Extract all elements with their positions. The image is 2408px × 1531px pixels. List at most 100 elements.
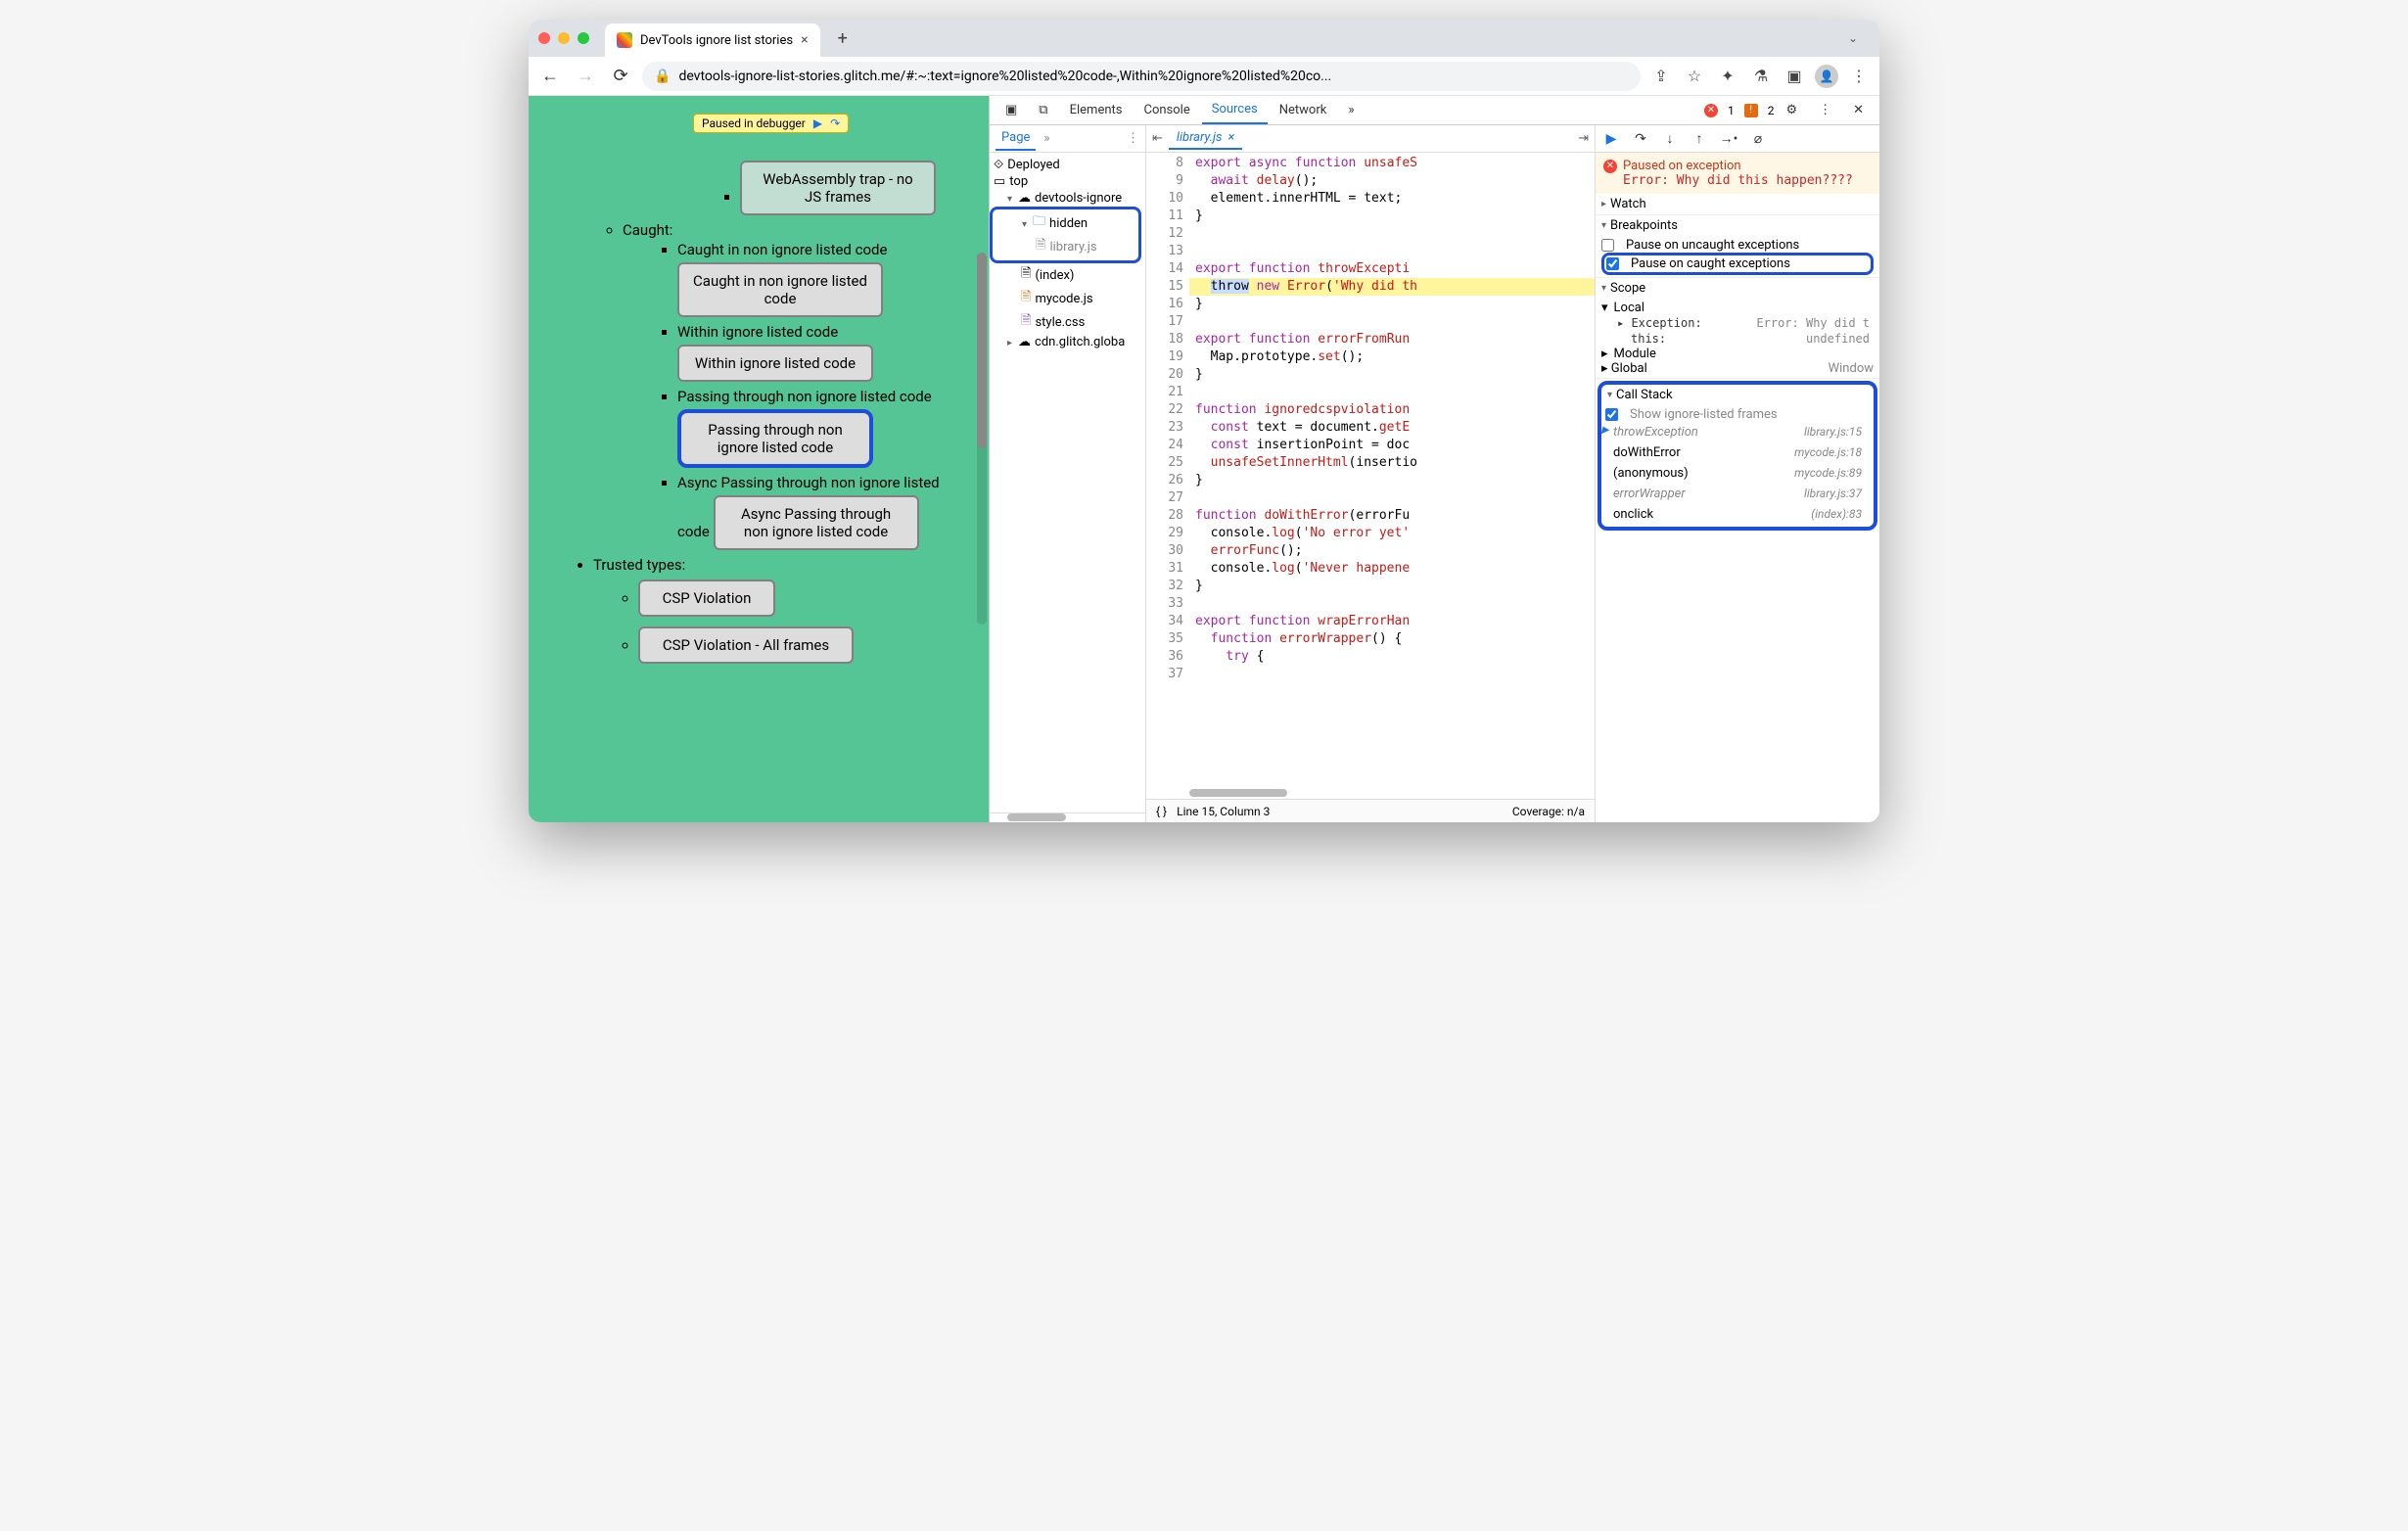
editor-scrollbar[interactable]: [1189, 789, 1595, 799]
share-icon[interactable]: ⇪: [1648, 67, 1674, 85]
maximize-window-button[interactable]: [578, 32, 589, 44]
tree-node-cdn[interactable]: ☁cdn.glitch.globa: [994, 334, 1141, 350]
tree-node-origin[interactable]: ☁devtools-ignore: [994, 190, 1141, 207]
pause-caught-checkbox[interactable]: [1606, 257, 1619, 270]
minimize-window-button[interactable]: [558, 32, 570, 44]
browser-tab[interactable]: DevTools ignore list stories ×: [605, 23, 820, 57]
step-into-button[interactable]: ↓: [1658, 130, 1682, 147]
callstack-frame[interactable]: throwExceptionlibrary.js:15: [1605, 422, 1870, 442]
step-over-icon[interactable]: ↷: [830, 116, 840, 130]
resume-icon[interactable]: ▶: [813, 116, 822, 130]
pause-uncaught-checkbox[interactable]: [1601, 239, 1614, 252]
scope-this-row[interactable]: this: undefined: [1601, 331, 1874, 347]
labs-icon[interactable]: ⚗: [1748, 67, 1774, 85]
within-button[interactable]: Within ignore listed code: [677, 345, 873, 382]
navigator-overflow-icon[interactable]: ⋮: [1127, 131, 1139, 146]
devtools-overflow-icon[interactable]: ⋮: [1809, 97, 1841, 123]
new-tab-button[interactable]: +: [838, 28, 848, 49]
toggle-navigator-icon[interactable]: ⇤: [1152, 131, 1163, 146]
settings-gear-icon[interactable]: ⚙: [1776, 97, 1807, 123]
tree-node-top[interactable]: ▭top: [994, 173, 1141, 190]
panel-title: Watch: [1610, 197, 1646, 211]
tabs-chevron-icon[interactable]: ⌄: [1836, 31, 1870, 45]
reload-button[interactable]: ⟳: [607, 66, 634, 86]
devtools-close-icon[interactable]: ✕: [1843, 97, 1874, 123]
inspect-icon[interactable]: ▣: [996, 97, 1027, 123]
close-file-icon[interactable]: ×: [1228, 130, 1235, 145]
tab-console[interactable]: Console: [1134, 97, 1199, 123]
frame-name: errorWrapper: [1613, 487, 1686, 501]
wasm-trap-button[interactable]: WebAssembly trap - no JS frames: [740, 161, 936, 215]
scope-local-header[interactable]: ▾Local: [1601, 301, 1874, 315]
show-ignored-checkbox[interactable]: [1605, 408, 1618, 421]
tree-file-index[interactable]: 🗎(index): [994, 263, 1141, 287]
breakpoints-panel-header[interactable]: ▾Breakpoints: [1596, 215, 1879, 236]
scope-exception-row[interactable]: ▸ Exception: Error: Why did t: [1601, 315, 1874, 331]
panel-icon[interactable]: ▣: [1782, 67, 1807, 85]
scope-global-header[interactable]: ▸ GlobalWindow: [1601, 361, 1874, 376]
tab-network[interactable]: Network: [1270, 97, 1337, 123]
tab-sources[interactable]: Sources: [1202, 96, 1268, 124]
close-window-button[interactable]: [538, 32, 550, 44]
tree-node-hidden[interactable]: 🗀hidden: [995, 211, 1136, 235]
callstack-frame[interactable]: errorWrapperlibrary.js:37: [1605, 484, 1870, 504]
close-tab-icon[interactable]: ×: [801, 32, 808, 48]
callstack-frame[interactable]: doWithErrormycode.js:18: [1605, 442, 1870, 463]
deactivate-breakpoints-button[interactable]: ⌀: [1746, 131, 1770, 147]
step-button[interactable]: →•: [1717, 130, 1740, 147]
file-css-icon: 🗎: [1021, 311, 1031, 333]
pause-caught-row[interactable]: Pause on caught exceptions: [1601, 253, 1874, 275]
csp-button[interactable]: CSP Violation: [638, 580, 775, 617]
tree-node-deployed[interactable]: ⟐Deployed: [994, 157, 1141, 173]
resume-button[interactable]: ▶: [1599, 131, 1623, 147]
scope-panel-header[interactable]: ▾Scope: [1596, 278, 1879, 299]
call-stack-panel: ▾Call Stack Show ignore-listed frames th…: [1598, 381, 1877, 531]
back-button[interactable]: ←: [536, 66, 564, 86]
toggle-sidebar-icon[interactable]: ⇥: [1578, 131, 1589, 146]
exception-icon: ✕: [1603, 160, 1617, 173]
show-ignored-row[interactable]: Show ignore-listed frames: [1605, 407, 1870, 422]
tree-label: top: [1009, 174, 1028, 189]
overflow-menu-icon[interactable]: ⋮: [1846, 67, 1872, 85]
pretty-print-icon[interactable]: { }: [1156, 805, 1167, 818]
editor-tab-library[interactable]: library.js ×: [1169, 127, 1242, 150]
tree-file-library[interactable]: 🗎library.js: [995, 235, 1136, 258]
page-scrollbar[interactable]: [977, 253, 987, 625]
csp-all-button[interactable]: CSP Violation - All frames: [638, 626, 854, 664]
error-warning-counts[interactable]: ✕ 1 ! 2: [1704, 104, 1775, 117]
scope-module-header[interactable]: ▸Module: [1601, 347, 1874, 361]
callstack-frame[interactable]: (anonymous)mycode.js:89: [1605, 463, 1870, 484]
tree-label: mycode.js: [1035, 292, 1092, 306]
navigator-more-icon[interactable]: »: [1043, 131, 1049, 146]
navigator-tab-page[interactable]: Page: [996, 126, 1036, 151]
line-number-gutter[interactable]: 8910111213141516171819202122232425262728…: [1146, 153, 1189, 799]
tab-elements[interactable]: Elements: [1060, 97, 1133, 123]
cloud-icon: ☁: [1018, 191, 1031, 206]
call-stack-header[interactable]: ▾Call Stack: [1601, 385, 1874, 405]
passing-button[interactable]: Passing through non ignore listed code: [677, 409, 873, 468]
profile-avatar[interactable]: 👤: [1815, 65, 1838, 88]
devtools-panel: ▣ ⧉ Elements Console Sources Network » ✕…: [989, 96, 1879, 822]
code-area[interactable]: export async function unsafeS await dela…: [1189, 153, 1595, 799]
navigator-scrollbar[interactable]: [990, 812, 1145, 822]
watch-panel-header[interactable]: ▸Watch: [1596, 194, 1879, 214]
step-over-button[interactable]: ↷: [1629, 131, 1652, 147]
async-button[interactable]: Async Passing through non ignore listed …: [714, 495, 919, 550]
panel-title: Call Stack: [1616, 388, 1673, 402]
file-icon: 🗎: [1021, 264, 1031, 286]
lock-icon: 🔒: [654, 69, 671, 84]
callstack-frame[interactable]: onclick(index):83: [1605, 504, 1870, 525]
address-bar[interactable]: 🔒 devtools-ignore-list-stories.glitch.me…: [642, 62, 1641, 91]
caught-button[interactable]: Caught in non ignore listed code: [677, 262, 883, 317]
extensions-icon[interactable]: ✦: [1715, 67, 1740, 85]
code-editor: ⇤ library.js × ⇥ 89101112131415161718192…: [1146, 125, 1596, 822]
pause-uncaught-row[interactable]: Pause on uncaught exceptions: [1601, 238, 1874, 253]
scope-local-label: Local: [1614, 301, 1644, 315]
tree-file-mycode[interactable]: 🗎mycode.js: [994, 287, 1141, 310]
forward-button[interactable]: →: [572, 66, 599, 86]
tree-file-style[interactable]: 🗎style.css: [994, 310, 1141, 334]
step-out-button[interactable]: ↑: [1688, 130, 1711, 147]
bookmark-icon[interactable]: ☆: [1682, 67, 1707, 85]
device-toggle-icon[interactable]: ⧉: [1029, 97, 1057, 123]
more-tabs-chevron-icon[interactable]: »: [1338, 97, 1364, 123]
